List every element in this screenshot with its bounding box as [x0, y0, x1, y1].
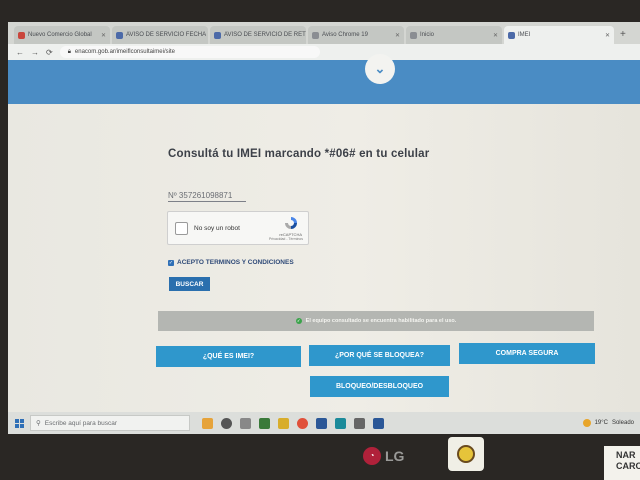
recaptcha-label: No soy un robot: [194, 225, 240, 232]
tab-2[interactable]: AVISO DE SERVICIO FECHA✕: [112, 26, 208, 44]
app-icon[interactable]: [354, 417, 365, 429]
tab-3[interactable]: AVISO DE SERVICIO DE RET✕: [210, 26, 306, 44]
check-circle-icon: ✓: [295, 318, 302, 324]
why-blocked-button[interactable]: ¿POR QUÉ SE BLOQUEA?: [309, 345, 450, 366]
reload-icon[interactable]: ⟳: [46, 48, 53, 57]
block-unblock-button[interactable]: BLOQUEO/DESBLOQUEO: [310, 376, 449, 397]
system-tray: 19°C Soleado: [582, 419, 640, 427]
close-icon[interactable]: ✕: [101, 32, 106, 39]
tab-active[interactable]: IMEI ✕: [504, 26, 614, 44]
search-icon: ⚲: [36, 420, 41, 427]
page-title: Consultá tu IMEI marcando *#06# en tu ce…: [168, 148, 430, 160]
excel-icon[interactable]: [259, 417, 270, 429]
favicon-icon: [410, 31, 417, 39]
recaptcha-logo-icon: [285, 217, 297, 229]
close-icon[interactable]: ✕: [493, 32, 498, 39]
safe-purchase-button[interactable]: COMPRA SEGURA: [459, 343, 595, 364]
what-is-imei-button[interactable]: ¿QUÉ ES IMEI?: [156, 346, 301, 367]
tab-5[interactable]: Inicio ✕: [406, 26, 502, 44]
weather-desc: Soleado: [611, 420, 634, 426]
lg-brand: ◔ LG: [363, 447, 404, 465]
task-view-icon[interactable]: [240, 417, 251, 429]
tab-label: Inicio: [420, 32, 435, 38]
url-text: enacom.gob.ar/imeiflconsultaimei/site: [74, 49, 175, 55]
favicon-icon: [116, 31, 123, 39]
close-icon[interactable]: ✕: [605, 32, 610, 39]
windows-logo-icon: [14, 418, 24, 428]
tab-1[interactable]: Nuevo Comercio Global ✕: [14, 26, 110, 44]
edge-icon[interactable]: [335, 417, 346, 429]
start-button[interactable]: [8, 412, 30, 434]
cortana-icon[interactable]: [221, 417, 232, 429]
tab-label: IMEI: [518, 32, 531, 38]
chrome-icon[interactable]: [297, 417, 308, 429]
favicon-icon: [214, 31, 221, 39]
back-icon[interactable]: ←: [16, 48, 24, 57]
sticker: [448, 437, 484, 471]
page-content: ⌄ Consultá tu IMEI marcando *#06# en tu …: [8, 54, 640, 412]
checkbox-checked-icon[interactable]: ✓: [168, 259, 174, 266]
url-field[interactable]: 🔒︎ enacom.gob.ar/imeiflconsultaimei/site: [59, 46, 320, 58]
tab-label: AVISO DE SERVICIO DE RET: [224, 32, 306, 38]
vlc-icon[interactable]: [202, 417, 213, 429]
recaptcha-terms[interactable]: Privacidad - Términos: [269, 237, 303, 241]
favicon-icon: [18, 31, 25, 39]
tab-label: Nuevo Comercio Global: [28, 32, 92, 38]
address-bar: ← → ⟳ 🔒︎ enacom.gob.ar/imeiflconsultaime…: [8, 44, 640, 60]
tab-label: AVISO DE SERVICIO FECHA: [126, 32, 207, 38]
lg-logo-icon: ◔: [363, 447, 381, 465]
status-banner: ✓ El equipo consultado se encuentra habi…: [158, 311, 594, 331]
lock-icon: 🔒︎: [67, 48, 71, 55]
terms-label: ACEPTO TERMINOS Y CONDICIONES: [177, 259, 294, 266]
status-message: El equipo consultado se encuentra habili…: [305, 318, 457, 324]
header-band: [8, 60, 640, 104]
close-icon[interactable]: ✕: [395, 32, 400, 39]
search-placeholder: Escribe aquí para buscar: [44, 419, 118, 427]
sun-icon: [582, 419, 591, 427]
favicon-icon: [312, 31, 319, 39]
tab-label: Aviso Chrome 19: [322, 32, 368, 38]
paper-note: NAR CARO: [604, 446, 640, 480]
chevron-down-icon[interactable]: ⌄: [365, 54, 395, 84]
windows-taskbar: ⚲ Escribe aquí para buscar 19°C Soleado: [8, 412, 640, 434]
taskbar-search[interactable]: ⚲ Escribe aquí para buscar: [30, 415, 190, 431]
weather-temp[interactable]: 19°C: [595, 420, 608, 426]
recaptcha-widget: No soy un robot reCAPTCHA Privacidad - T…: [167, 211, 309, 245]
favicon-icon: [508, 31, 515, 39]
smiley-icon: [457, 445, 475, 463]
brand-text: LG: [385, 448, 405, 464]
word-icon-2[interactable]: [373, 417, 384, 429]
search-button[interactable]: BUSCAR: [169, 277, 210, 291]
forward-icon[interactable]: →: [31, 48, 39, 57]
taskbar-apps: [202, 417, 384, 429]
imei-input[interactable]: [168, 191, 246, 202]
terms-checkbox-row[interactable]: ✓ ACEPTO TERMINOS Y CONDICIONES: [168, 259, 294, 266]
folder-icon[interactable]: [278, 417, 289, 429]
monitor-frame: Nuevo Comercio Global ✕ AVISO DE SERVICIO…: [0, 0, 640, 480]
word-icon[interactable]: [316, 417, 327, 429]
tab-4[interactable]: Aviso Chrome 19 ✕: [308, 26, 404, 44]
new-tab-button[interactable]: +: [620, 29, 626, 40]
browser-tab-bar: Nuevo Comercio Global ✕ AVISO DE SERVICIO…: [8, 22, 640, 44]
recaptcha-checkbox[interactable]: [175, 222, 188, 235]
